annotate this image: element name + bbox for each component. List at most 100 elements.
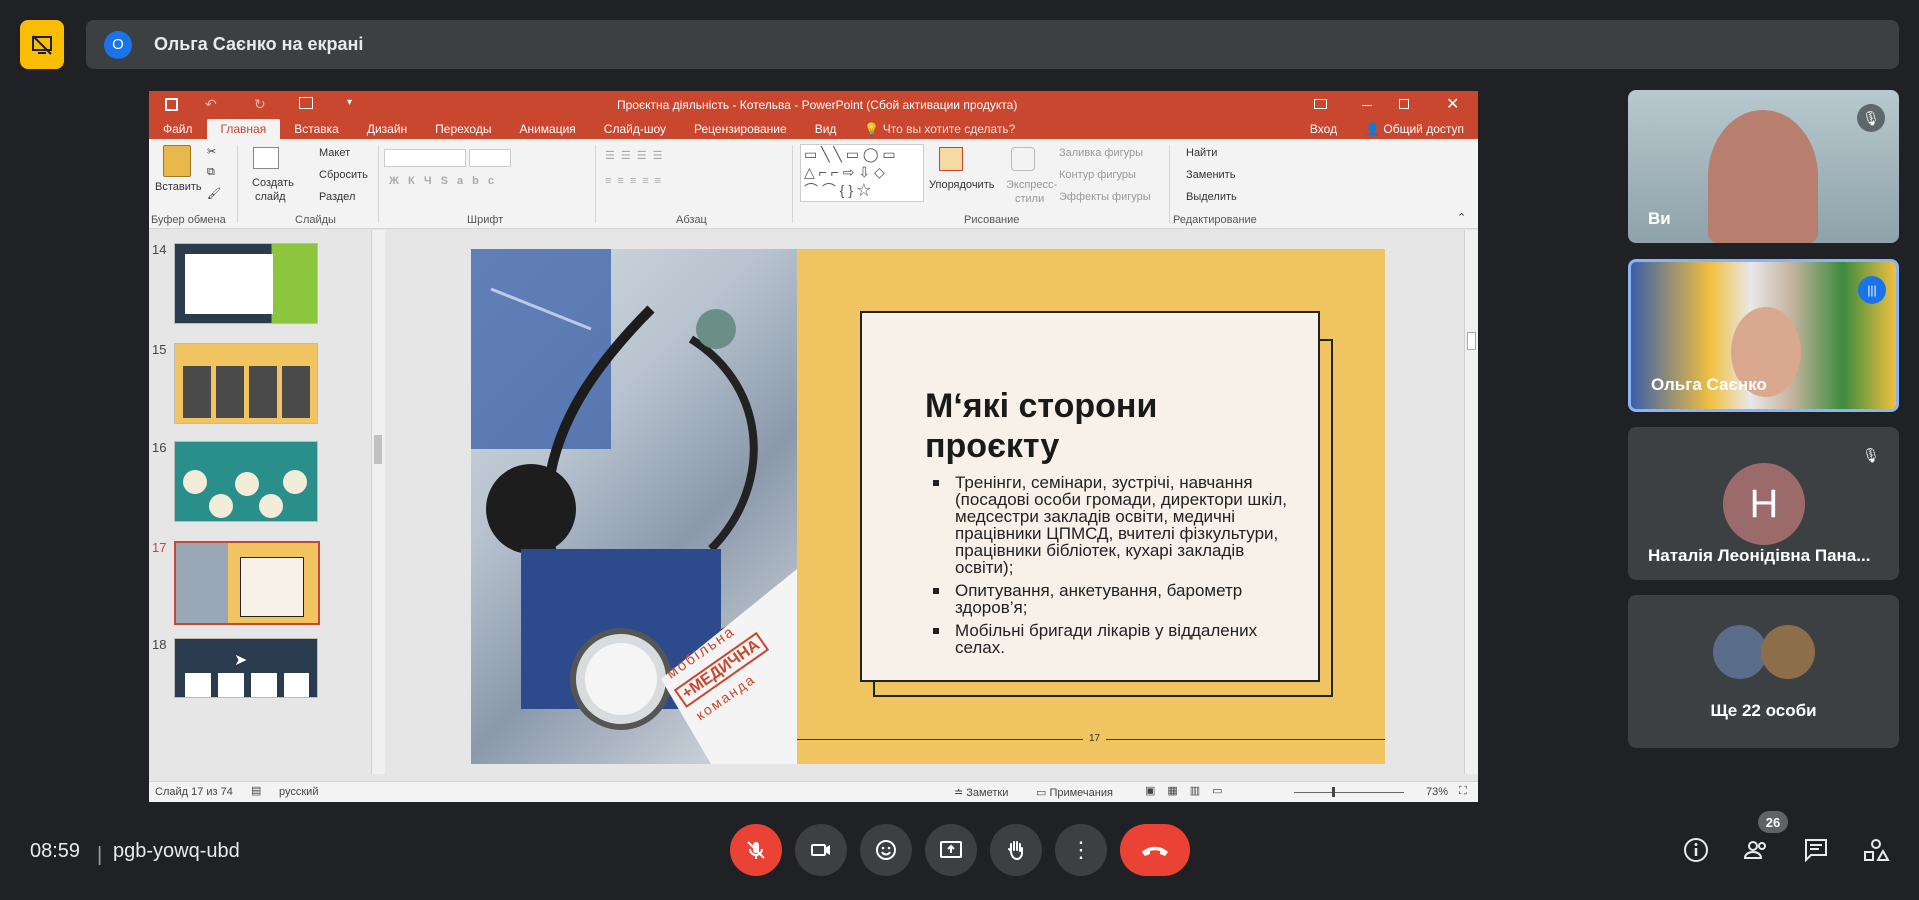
start-presentation-icon[interactable] (299, 97, 313, 109)
tab-design[interactable]: Дизайн (353, 119, 421, 139)
copy-icon[interactable]: ⧉ (207, 166, 215, 179)
replace-button[interactable]: Заменить (1186, 169, 1235, 181)
present-button[interactable] (925, 824, 977, 876)
tell-me-box[interactable]: 💡 Что вы хотите сделать? (850, 119, 1029, 139)
collapse-ribbon-icon[interactable]: ⌃ (1457, 211, 1466, 224)
zoom-thumb[interactable] (1332, 787, 1335, 797)
slide-canvas[interactable]: мобільна +МЕДИЧНА команда М‘які сторони … (471, 249, 1385, 764)
reactions-button[interactable] (860, 824, 912, 876)
tell-me-text: Что вы хотите сделать? (882, 122, 1016, 136)
present-screen-icon (940, 841, 962, 858)
meeting-info-icon[interactable] (1682, 836, 1710, 864)
tab-insert[interactable]: Вставка (280, 119, 353, 139)
shape-fill-button[interactable]: Заливка фигуры (1059, 147, 1143, 159)
font-format-buttons[interactable]: ЖКЧSabc (389, 175, 503, 187)
slide-thumbnail-selected[interactable] (174, 541, 320, 625)
hand-icon (1008, 841, 1023, 861)
quick-styles-button[interactable]: Экспресс- (1006, 179, 1057, 191)
quick-styles-button-line2[interactable]: стили (1015, 193, 1044, 205)
shape-effects-button[interactable]: Эффекты фигуры (1059, 191, 1151, 203)
close-icon[interactable]: ✕ (1446, 94, 1459, 114)
arrange-button[interactable]: Упорядочить (929, 179, 994, 191)
notes-button[interactable]: ≐ Заметки (954, 786, 1008, 799)
thumb-number: 18 (152, 637, 167, 652)
tab-slideshow[interactable]: Слайд-шоу (590, 119, 680, 139)
more-participants-label: Ще 22 особи (1710, 701, 1817, 720)
slide-thumbnail[interactable] (174, 441, 318, 522)
bullet-item: Тренінги, семінари, зустрічі, навчання (… (931, 474, 1303, 576)
new-slide-button[interactable]: Создать (252, 177, 294, 189)
more-options-button[interactable]: ⋮ (1055, 824, 1107, 876)
spellcheck-icon[interactable]: ▤ (251, 784, 261, 797)
comments-button[interactable]: ▭ Примечания (1036, 786, 1113, 799)
font-name-dropdown[interactable] (384, 149, 466, 167)
participant-tile-speaker[interactable]: ||| Ольга Саєнко (1628, 259, 1899, 412)
shape-outline-button[interactable]: Контур фигуры (1059, 169, 1136, 181)
slide-scrollbar[interactable] (1464, 230, 1478, 774)
restore-icon[interactable] (1399, 99, 1409, 109)
leave-call-button[interactable] (1120, 824, 1190, 876)
language-indicator[interactable]: русский (279, 786, 318, 798)
mic-off-icon: 🎙 (1857, 104, 1885, 132)
group-editing: Редактирование (1173, 214, 1257, 226)
undo-icon[interactable]: ↶ (205, 96, 217, 113)
font-size-dropdown[interactable] (469, 149, 511, 167)
camera-toggle-button[interactable] (795, 824, 847, 876)
more-participants-tile[interactable]: Ще 22 особи (1628, 595, 1899, 748)
reset-button[interactable]: Сбросить (319, 169, 368, 181)
shapes-gallery[interactable]: ▭ ╲ ╲ ▭ ◯ ▭ △ ⌐ ⌐ ⇨ ⇩ ◇ ⌒ ⌒ { } ☆ (800, 144, 924, 202)
new-slide-button-line2[interactable]: слайд (255, 191, 286, 203)
zoom-level[interactable]: 73% (1426, 786, 1448, 798)
group-clipboard: Буфер обмена (151, 214, 226, 226)
layout-button[interactable]: Макет (319, 147, 350, 159)
save-icon[interactable] (165, 98, 178, 111)
new-slide-icon[interactable] (253, 147, 279, 169)
tab-transitions[interactable]: Переходы (421, 119, 505, 139)
minimize-icon[interactable] (1362, 105, 1372, 106)
share-button[interactable]: 👤 Общий доступ (1351, 119, 1478, 139)
raise-hand-button[interactable] (990, 824, 1042, 876)
align-buttons[interactable]: ≡≡≡≡≡ (605, 175, 667, 187)
view-buttons[interactable]: ▣▦▥▭ (1145, 784, 1235, 797)
slide-thumbnail[interactable] (174, 343, 318, 424)
paste-icon[interactable] (163, 145, 191, 177)
zoom-slider[interactable] (1294, 792, 1404, 793)
format-painter-icon[interactable]: 🖌 (207, 187, 221, 200)
participant-name: Ви (1648, 209, 1671, 228)
sign-in-link[interactable]: Вход (1296, 119, 1351, 139)
slide-thumbnails-pane[interactable]: 14 15 16 17 18 ➤ (149, 230, 385, 774)
activities-icon[interactable] (1862, 836, 1890, 864)
paste-button[interactable]: Вставить (155, 181, 202, 193)
participant-tile[interactable]: Н 🎙 Наталія Леонідівна Пана... (1628, 427, 1899, 580)
quick-styles-icon[interactable] (1011, 147, 1035, 171)
tab-home[interactable]: Главная (206, 119, 281, 139)
redo-icon[interactable]: ↻ (254, 96, 266, 113)
presentation-off-icon[interactable] (20, 20, 64, 69)
bullet-item: Опитування, анкетування, барометр здоров… (931, 582, 1303, 616)
tab-file[interactable]: Файл (149, 119, 207, 139)
thumbs-scroll-thumb[interactable] (374, 435, 382, 464)
cut-icon[interactable]: ✂ (207, 145, 216, 158)
select-button[interactable]: Выделить (1186, 191, 1237, 203)
mic-toggle-button[interactable] (730, 824, 782, 876)
tab-view[interactable]: Вид (801, 119, 851, 139)
participant-name: Наталія Леонідівна Пана... (1648, 546, 1871, 565)
section-button[interactable]: Раздел (319, 191, 355, 203)
mic-off-icon (747, 841, 765, 859)
slide-thumbnail[interactable] (174, 243, 318, 324)
participant-tile-self[interactable]: 🎙 Ви (1628, 90, 1899, 243)
arrange-icon[interactable] (939, 147, 963, 171)
ribbon-display-icon[interactable] (1314, 99, 1327, 109)
bullet-item: Мобільні бригади лікарів у віддалених се… (931, 622, 1303, 656)
tab-animations[interactable]: Анимация (505, 119, 589, 139)
group-paragraph: Абзац (676, 214, 707, 226)
tab-review[interactable]: Рецензирование (680, 119, 801, 139)
mouse-cursor-icon: ➤ (234, 652, 248, 669)
chat-icon[interactable] (1802, 836, 1830, 864)
fit-slide-icon[interactable]: ⛶ (1459, 785, 1467, 798)
people-icon[interactable] (1742, 836, 1770, 864)
qat-more-icon[interactable]: ▾ (347, 97, 352, 108)
find-button[interactable]: Найти (1186, 147, 1217, 159)
thumbs-scrollbar[interactable] (371, 230, 385, 774)
list-buttons[interactable]: ☰☰☰☰ (605, 149, 668, 162)
